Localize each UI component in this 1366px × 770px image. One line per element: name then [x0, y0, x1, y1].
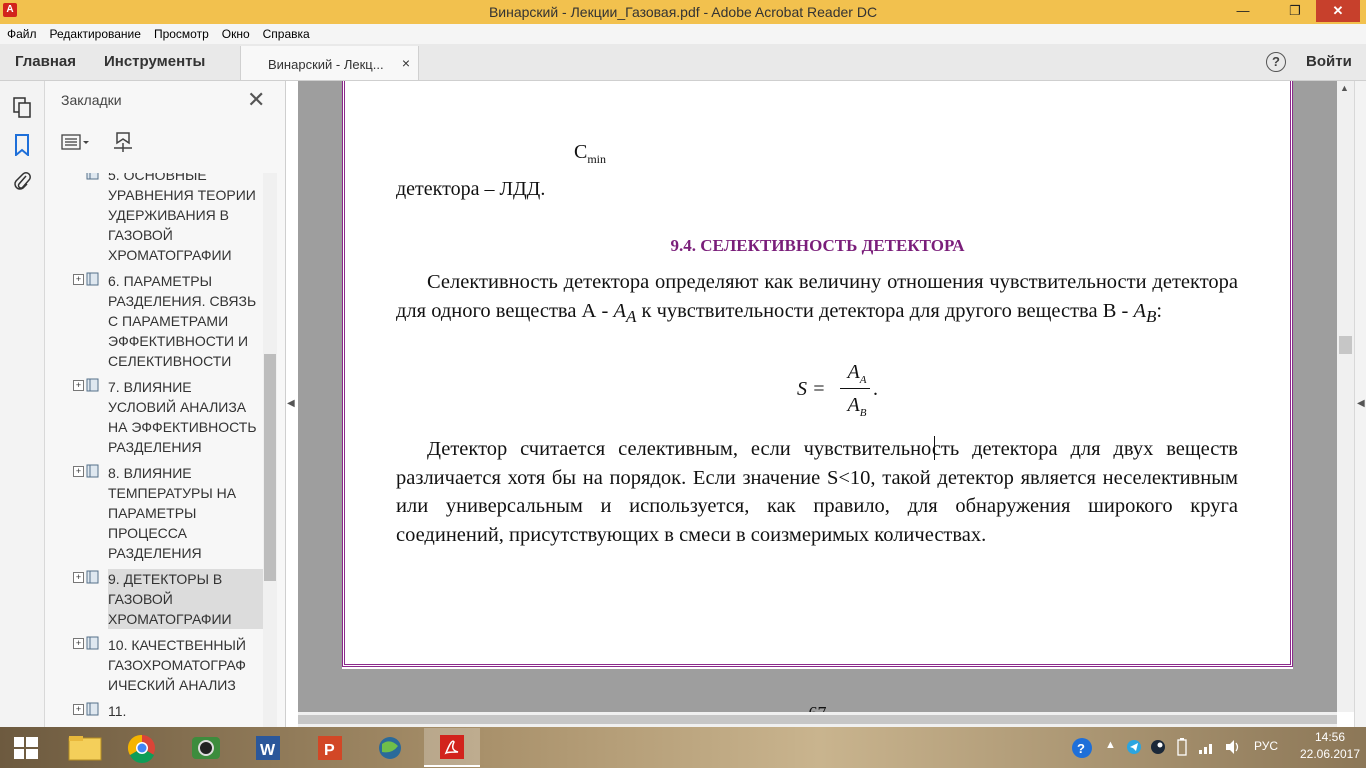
bookmarks-toolbar — [61, 131, 151, 153]
bookmark-item[interactable]: + 6. ПАРАМЕТРЫ РАЗДЕЛЕНИЯ. СВЯЗЬ С ПАРАМ… — [73, 271, 263, 371]
collapse-left-panel-icon[interactable]: ◀ — [287, 398, 295, 409]
word-icon[interactable]: W — [240, 728, 296, 767]
bookmark-page-icon — [86, 464, 99, 478]
bookmark-item[interactable]: + 7. ВЛИЯНИЕ УСЛОВИЙ АНАЛИЗА НА ЭФФЕКТИВ… — [73, 377, 263, 457]
menu-file[interactable]: Файл — [7, 24, 37, 44]
powerpoint-icon[interactable]: P — [302, 728, 358, 767]
bookmark-label: 5. ОСНОВНЫЕ УРАВНЕНИЯ ТЕОРИИ УДЕРЖИВАНИЯ… — [108, 173, 256, 263]
bookmarks-list: 5. ОСНОВНЫЕ УРАВНЕНИЯ ТЕОРИИ УДЕРЖИВАНИЯ… — [45, 173, 277, 727]
vertical-scrollbar[interactable]: ▲ — [1337, 81, 1354, 712]
section-heading: 9.4. СЕЛЕКТИВНОСТЬ ДЕТЕКТОРА — [670, 236, 965, 255]
menu-help[interactable]: Справка — [263, 24, 310, 44]
show-hidden-icons[interactable]: ▲ — [1105, 739, 1116, 751]
formula-fragment: Cmin — [574, 141, 607, 166]
close-window-button[interactable]: ✕ — [1316, 0, 1360, 22]
tab-bar: Главная Инструменты Винарский - Лекц... … — [0, 44, 1366, 81]
clock-time[interactable]: 14:56 — [1296, 730, 1364, 744]
sign-in-button[interactable]: Войти — [1306, 44, 1352, 80]
navigation-pane-strip — [0, 81, 45, 727]
scroll-up-icon[interactable]: ▲ — [1340, 83, 1349, 93]
telegram-icon[interactable] — [1126, 739, 1142, 755]
close-tab-icon[interactable]: × — [402, 55, 410, 71]
text-cursor — [934, 436, 935, 460]
svg-text:W: W — [260, 742, 276, 759]
bookmark-page-icon — [86, 378, 99, 392]
page-thumbnails-icon[interactable] — [12, 97, 32, 119]
tab-document[interactable]: Винарский - Лекц... × — [240, 46, 419, 80]
file-explorer-icon[interactable] — [57, 728, 113, 767]
menu-edit[interactable]: Редактирование — [50, 24, 141, 44]
vertical-scroll-thumb[interactable] — [1339, 336, 1352, 354]
menu-window[interactable]: Окно — [222, 24, 250, 44]
help-tray-icon[interactable]: ? — [1071, 737, 1093, 759]
bookmark-item[interactable]: + 10. КАЧЕСТВЕННЫЙ ГАЗОХРОМАТОГРАФ ИЧЕСК… — [73, 635, 263, 695]
attachments-icon[interactable] — [12, 170, 32, 192]
bookmark-label: 6. ПАРАМЕТРЫ РАЗДЕЛЕНИЯ. СВЯЗЬ С ПАРАМЕТ… — [108, 273, 257, 369]
page-border — [342, 81, 1293, 667]
svg-text:P: P — [324, 742, 335, 759]
windows-start-icon[interactable] — [0, 728, 56, 767]
steam-icon[interactable] — [1150, 739, 1166, 755]
paragraph: Детектор считается селективным, если чув… — [396, 438, 1238, 546]
window-title: Винарский - Лекции_Газовая.pdf - Adobe A… — [488, 4, 878, 20]
expand-icon[interactable]: + — [73, 466, 84, 477]
paragraph: Селективность детектора определяют как в… — [396, 271, 1238, 326]
new-bookmark-icon[interactable] — [111, 131, 135, 153]
bookmark-item[interactable]: + 8. ВЛИЯНИЕ ТЕМПЕРАТУРЫ НА ПАРАМЕТРЫ ПР… — [73, 463, 263, 563]
bookmarks-icon[interactable] — [12, 134, 32, 156]
help-icon[interactable]: ? — [1266, 52, 1286, 72]
bookmark-item-selected[interactable]: + 9. ДЕТЕКТОРЫ В ГАЗОВОЙ ХРОМАТОГРАФИИ — [73, 569, 263, 629]
maximize-button[interactable]: ❐ — [1280, 0, 1310, 22]
bookmark-item[interactable]: + 11. — [73, 701, 263, 725]
volume-icon[interactable] — [1224, 739, 1242, 755]
bookmark-page-icon — [86, 272, 99, 286]
document-view[interactable]: Cmin детектора – ЛДД. 9.4. СЕЛЕКТИВНОСТЬ… — [298, 81, 1337, 712]
bookmarks-panel: Закладки ✕ 5. ОСНОВНЫЕ УРАВНЕНИЯ ТЕОРИИ … — [45, 81, 286, 727]
bookmark-label: 9. ДЕТЕКТОРЫ В ГАЗОВОЙ ХРОМАТОГРАФИИ — [108, 569, 263, 629]
bookmark-label: 8. ВЛИЯНИЕ ТЕМПЕРАТУРЫ НА ПАРАМЕТРЫ ПРОЦ… — [108, 465, 237, 561]
bookmark-page-icon — [86, 173, 99, 180]
expand-icon[interactable]: + — [73, 274, 84, 285]
acrobat-reader-icon — [440, 735, 464, 759]
tab-home[interactable]: Главная — [15, 44, 76, 80]
battery-icon[interactable] — [1176, 738, 1188, 756]
network-icon[interactable] — [1198, 739, 1216, 755]
bookmark-page-icon — [86, 570, 99, 584]
menu-bar: Файл Редактирование Просмотр Окно Справка — [0, 24, 1366, 44]
acrobat-taskbar-button[interactable] — [424, 728, 480, 767]
pdf-page: Cmin детектора – ЛДД. 9.4. СЕЛЕКТИВНОСТЬ… — [342, 81, 1293, 712]
bookmark-page-icon — [86, 702, 99, 716]
expand-icon[interactable]: + — [73, 572, 84, 583]
tab-tools[interactable]: Инструменты — [104, 44, 205, 80]
bookmark-item[interactable]: 5. ОСНОВНЫЕ УРАВНЕНИЯ ТЕОРИИ УДЕРЖИВАНИЯ… — [73, 173, 263, 265]
bookmarks-title: Закладки — [61, 92, 122, 108]
title-bar: A Винарский - Лекции_Газовая.pdf - Adobe… — [0, 0, 1366, 24]
horizontal-scroll-thumb[interactable] — [298, 715, 1337, 724]
menu-view[interactable]: Просмотр — [154, 24, 209, 44]
bookmark-label: 7. ВЛИЯНИЕ УСЛОВИЙ АНАЛИЗА НА ЭФФЕКТИВНО… — [108, 379, 257, 455]
minimize-button[interactable]: — — [1228, 0, 1258, 22]
globe-app-icon[interactable] — [362, 728, 418, 767]
page-number: 67 — [342, 703, 1293, 712]
bookmark-label: 10. КАЧЕСТВЕННЫЙ ГАЗОХРОМАТОГРАФ ИЧЕСКИЙ… — [108, 637, 246, 693]
bookmark-page-icon — [86, 636, 99, 650]
expand-right-panel-icon[interactable]: ◀ — [1357, 398, 1365, 409]
taskbar: W P ? ▲ РУС 14:56 22.06.2017 — [0, 727, 1366, 768]
keyboard-language[interactable]: РУС — [1254, 739, 1278, 753]
expand-icon[interactable]: + — [73, 380, 84, 391]
right-pane-strip: ◀ — [1354, 81, 1366, 727]
close-panel-icon[interactable]: ✕ — [247, 87, 265, 113]
bookmark-options-icon[interactable] — [61, 133, 91, 151]
horizontal-scrollbar[interactable] — [298, 712, 1337, 727]
svg-text:?: ? — [1077, 741, 1085, 756]
expand-icon[interactable]: + — [73, 638, 84, 649]
bookmark-label: 11. — [108, 703, 127, 719]
chrome-icon[interactable] — [114, 728, 170, 767]
previous-paragraph-tail: детектора – ЛДД. — [396, 178, 546, 200]
clock-date[interactable]: 22.06.2017 — [1296, 747, 1364, 761]
expand-icon[interactable]: + — [73, 704, 84, 715]
bookmarks-scroll-thumb[interactable] — [264, 354, 276, 581]
camera-app-icon[interactable] — [178, 728, 234, 767]
tab-document-label: Винарский - Лекц... — [268, 57, 384, 72]
